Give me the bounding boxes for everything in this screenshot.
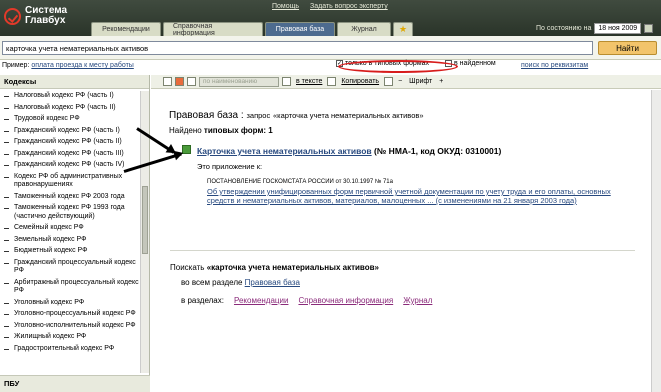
codex-panel: Кодексы Налоговый кодекс РФ (часть I) На… [0,75,150,392]
list-item[interactable]: Таможенный кодекс РФ 1993 года (частично… [0,203,140,223]
top-links: Помощь Задать вопрос эксперту [272,3,397,10]
doc-toolbar: по наименованию в тексте Копировать − Шр… [151,75,661,89]
example-label: Пример: [2,62,30,69]
copy-icon[interactable] [327,77,337,86]
list-item[interactable]: Гражданский кодекс РФ (часть III) [0,149,140,161]
pbu-section[interactable]: ПБУ [0,375,150,392]
find-button[interactable]: Найти [598,41,657,55]
status-date: По состоянию на 18 ноя 2009 [536,23,654,34]
ask-expert-link[interactable]: Задать вопрос эксперту [310,3,388,10]
list-view-icon[interactable] [163,77,172,86]
checkmark-logo-icon [4,7,21,25]
list-item[interactable]: Гражданский кодекс РФ (часть I) [0,126,140,138]
tab-legal-base[interactable]: Правовая база [265,22,335,36]
section-link-reference[interactable]: Справочная информация [298,296,393,305]
tab-reference[interactable]: Справочная информация [163,22,263,37]
legal-base-link[interactable]: Правовая база [245,278,300,287]
main-tabs: Рекомендации Справочная информация Право… [91,22,415,37]
list-item[interactable]: Бюджетный кодекс РФ [0,246,140,258]
divider [170,250,635,251]
list-item[interactable]: Налоговый кодекс РФ (часть II) [0,103,140,115]
grid-view-icon[interactable] [175,77,184,86]
result-item: Карточка учета нематериальных активов (№… [197,146,501,156]
decree-label: ПОСТАНОВЛЕНИЕ ГОСКОМСТАТА РОССИИ от 30.1… [207,179,393,185]
tab-recommendations[interactable]: Рекомендации [91,22,161,36]
tab-favorites[interactable]: ★ [393,22,413,36]
result-code: (№ НМА-1, код ОКУД: 0310001) [374,146,502,156]
search-text-icon[interactable] [282,77,291,86]
list-item[interactable]: Таможенный кодекс РФ 2003 года [0,192,140,204]
print-icon[interactable] [384,77,394,86]
codex-list: Налоговый кодекс РФ (часть I) Налоговый … [0,91,140,375]
font-decrease[interactable]: − [398,78,402,85]
in-text-link[interactable]: в тексте [296,78,322,85]
page-title: Правовая база : запрос «карточка учета н… [169,110,424,121]
list-item[interactable]: Уголовно-процессуальный кодекс РФ [0,309,140,321]
search-input[interactable] [2,41,593,55]
found-label: в найденном [454,60,496,67]
scroll-thumb[interactable] [142,186,148,254]
list-item[interactable]: Семейный кодекс РФ [0,223,140,235]
search-in-sections: в разделах: Рекомендации Справочная инфо… [181,296,433,305]
date-field[interactable]: 18 ноя 2009 [594,23,642,34]
list-item[interactable]: Арбитражный процессуальный кодекс РФ [0,278,140,298]
search-more: Поискать «карточка учета нематериальных … [170,263,379,272]
list-item[interactable]: Градостроительный кодекс РФ [0,344,140,356]
section-link-recommendations[interactable]: Рекомендации [234,296,288,305]
list-item[interactable]: Гражданский кодекс РФ (часть IV) [0,160,140,172]
requisites-search-link[interactable]: поиск по реквизитам [521,62,588,69]
tree-view-icon[interactable] [187,77,196,86]
logo-line2: Главбух [25,15,66,26]
appendix-label: Это приложение к: [197,162,263,171]
font-increase[interactable]: + [439,78,443,85]
copy-link[interactable]: Копировать [341,78,379,85]
section-link-journal[interactable]: Журнал [403,296,432,305]
search-all-section: во всем разделе Правовая база [181,278,300,287]
list-item[interactable]: Налоговый кодекс РФ (часть I) [0,91,140,103]
list-item[interactable]: Уголовно-исполнительный кодекс РФ [0,321,140,333]
result-link[interactable]: Карточка учета нематериальных активов [197,146,372,156]
codex-header: Кодексы [0,75,149,89]
help-link[interactable]: Помощь [272,3,299,10]
list-item[interactable]: Кодекс РФ об административных правонаруш… [0,172,140,192]
list-item[interactable]: Жилищный кодекс РФ [0,332,140,344]
list-item[interactable]: Гражданский кодекс РФ (часть II) [0,137,140,149]
example-link[interactable]: оплата проезда к месту работы [31,62,133,69]
list-item[interactable]: Земельный кодекс РФ [0,235,140,247]
calendar-icon[interactable] [644,24,654,33]
list-item[interactable]: Трудовой кодекс РФ [0,114,140,126]
font-label: Шрифт [409,78,433,85]
decree-link[interactable]: Об утверждении унифицированных форм перв… [207,187,637,205]
status-label: По состоянию на [536,25,592,32]
example-line: Пример: оплата проезда к месту работы [2,62,134,69]
star-icon: ★ [398,24,408,34]
results-content: Правовая база : запрос «карточка учета н… [151,90,651,392]
app-logo[interactable]: Система Главбух [4,6,67,26]
list-item[interactable]: Гражданский процессуальный кодекс РФ [0,258,140,278]
sort-select[interactable]: по наименованию [199,76,279,87]
top-bar: Система Главбух Помощь Задать вопрос экс… [0,0,661,37]
list-item[interactable]: Уголовный кодекс РФ [0,298,140,310]
tab-journal[interactable]: Журнал [337,22,391,36]
found-count: Найдено типовых форм: 1 [169,126,273,135]
highlight-oval [338,60,458,73]
content-scrollbar[interactable] [651,90,661,392]
